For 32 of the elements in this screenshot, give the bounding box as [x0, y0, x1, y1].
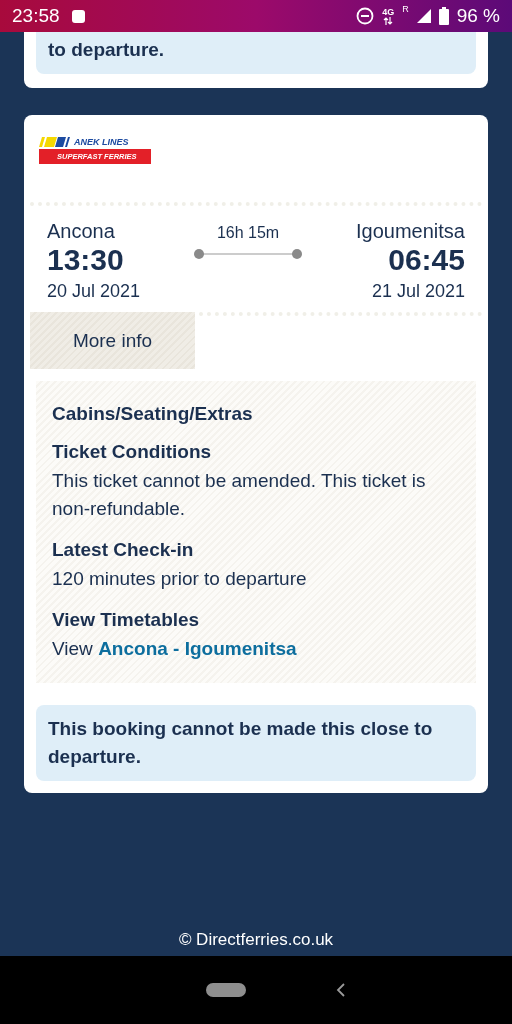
do-not-disturb-icon — [356, 7, 375, 25]
signal-icon — [416, 9, 431, 23]
battery-icon — [438, 7, 449, 25]
back-icon[interactable] — [336, 983, 346, 997]
section-heading: View Timetables — [52, 609, 201, 631]
notification-icon — [71, 9, 85, 23]
network-type: 4G — [382, 7, 395, 17]
battery-percent: 96 % — [456, 5, 500, 27]
section-heading: Latest Check-in — [52, 539, 195, 561]
roaming-indicator: R — [402, 4, 409, 14]
departure-time: 13:30 — [47, 243, 125, 277]
arrival-time: 06:45 — [388, 243, 465, 277]
more-info-button[interactable]: More info — [30, 312, 195, 369]
duration: 16h 15m — [216, 224, 280, 242]
data-arrows-icon — [383, 17, 394, 25]
arrival-date: 21 Jul 2021 — [371, 281, 465, 302]
timetable-sentence: View Ancona - Igoumenitsa — [52, 637, 298, 661]
arrival-port: Igoumenitsa — [356, 220, 465, 243]
section-text: This ticket cannot be amended. This ticket is non-refundable. — [52, 469, 427, 521]
departure-date: 20 Jul 2021 — [47, 281, 141, 302]
home-button[interactable] — [206, 983, 246, 997]
clock: 23:58 — [12, 5, 60, 27]
stripes-icon — [39, 137, 71, 147]
booking-alert: to departure. — [36, 32, 476, 74]
departure-port: Ancona — [47, 220, 116, 243]
section-text: 120 minutes prior to departure — [52, 567, 308, 591]
booking-alert: This booking cannot be made this close to departure. — [36, 705, 476, 781]
copyright-text: © Directferries.co.uk — [177, 930, 335, 951]
timetable-link[interactable]: Ancona - Igoumenitsa — [98, 638, 297, 659]
operator-logo-text: ANEK LINES — [74, 137, 129, 147]
section-heading: Ticket Conditions — [52, 441, 213, 463]
section-heading: Cabins/Seating/Extras — [52, 403, 254, 425]
